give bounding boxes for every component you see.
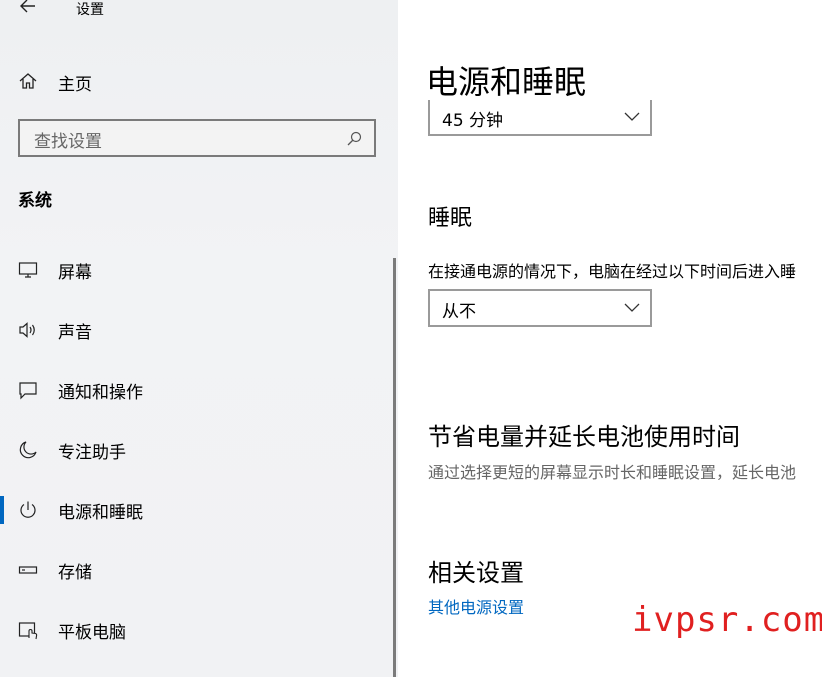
sidebar-item-storage[interactable]: 存储 — [0, 548, 396, 592]
additional-power-settings-link[interactable]: 其他电源设置 — [428, 594, 524, 618]
tablet-icon — [18, 622, 38, 640]
related-settings-heading: 相关设置 — [428, 559, 524, 587]
section-title: 系统 — [18, 191, 52, 211]
sidebar-item-sound[interactable]: 声音 — [0, 308, 396, 352]
watermark: ivpsr.com — [632, 600, 822, 640]
sidebar-item-label: 存储 — [58, 563, 92, 583]
back-arrow-icon[interactable] — [18, 0, 38, 16]
sidebar: 设置 主页 查找设置 系统 屏幕 声音 通知和操作 专注助手 电源和睡眠 存储 … — [0, 0, 398, 677]
sidebar-item-display[interactable]: 屏幕 — [0, 248, 396, 292]
active-indicator — [0, 496, 4, 524]
dropdown-value: 从不 — [442, 302, 476, 322]
main-content: 电源和睡眠 45 分钟 睡眠 在接通电源的情况下，电脑在经过以下时间后进入睡 从… — [398, 0, 822, 677]
sidebar-item-label: 专注助手 — [58, 443, 126, 463]
app-title: 设置 — [76, 2, 104, 18]
notification-icon — [19, 382, 37, 400]
sidebar-item-notifications[interactable]: 通知和操作 — [0, 368, 396, 412]
sidebar-item-label: 屏幕 — [58, 263, 92, 283]
sidebar-item-tablet[interactable]: 平板电脑 — [0, 608, 396, 652]
sleep-description: 在接通电源的情况下，电脑在经过以下时间后进入睡 — [428, 262, 797, 281]
home-icon — [19, 73, 37, 89]
sidebar-scrollbar[interactable] — [393, 258, 396, 677]
search-input[interactable]: 查找设置 — [18, 119, 376, 157]
chevron-down-icon — [624, 112, 640, 121]
sidebar-item-label: 电源和睡眠 — [58, 503, 143, 523]
speaker-icon — [19, 322, 35, 338]
battery-description: 通过选择更短的屏幕显示时长和睡眠设置，延长电池 — [428, 463, 797, 482]
moon-icon — [19, 441, 37, 459]
power-icon — [20, 501, 36, 518]
sleep-heading: 睡眠 — [428, 206, 473, 231]
sidebar-item-label: 通知和操作 — [58, 383, 143, 403]
screen-timeout-dropdown[interactable]: 45 分钟 — [428, 100, 652, 136]
title-bar: 设置 — [0, 0, 398, 24]
sidebar-item-focus-assist[interactable]: 专注助手 — [0, 428, 396, 472]
home-label: 主页 — [58, 75, 92, 95]
search-placeholder: 查找设置 — [34, 132, 102, 152]
home-nav-item[interactable]: 主页 — [0, 64, 398, 98]
sidebar-item-label: 声音 — [58, 323, 92, 343]
sidebar-item-power-sleep[interactable]: 电源和睡眠 — [0, 488, 396, 532]
sidebar-item-label: 平板电脑 — [58, 623, 126, 643]
search-icon[interactable] — [346, 131, 362, 147]
sleep-timeout-dropdown[interactable]: 从不 — [428, 289, 652, 327]
monitor-icon — [18, 262, 38, 278]
storage-icon — [18, 566, 38, 574]
dropdown-value: 45 分钟 — [442, 111, 504, 131]
page-title: 电源和睡眠 — [426, 63, 587, 101]
chevron-down-icon — [624, 303, 640, 312]
battery-heading: 节省电量并延长电池使用时间 — [428, 423, 740, 451]
